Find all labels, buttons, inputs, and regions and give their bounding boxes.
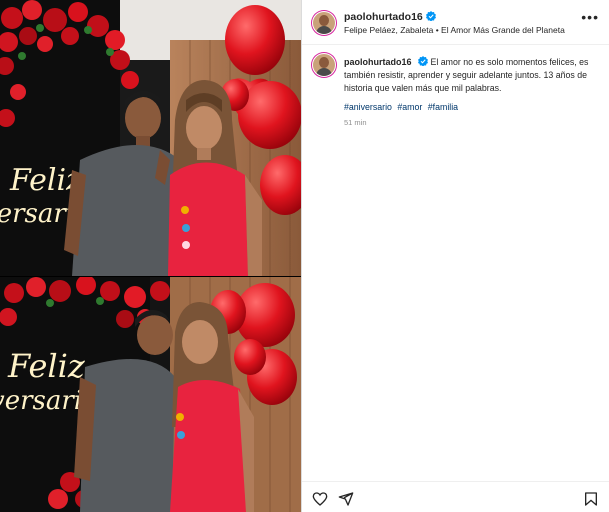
- caption-body: paolohurtado16 El amor no es solo momento…: [344, 56, 599, 95]
- verified-icon: [425, 11, 436, 21]
- username-link[interactable]: paolohurtado16: [344, 11, 436, 23]
- action-bar: [302, 481, 609, 512]
- hashtag-link[interactable]: #amor: [397, 102, 422, 112]
- username-text[interactable]: paolohurtado16: [344, 11, 423, 23]
- bookmark-icon: [585, 492, 597, 506]
- more-options-button[interactable]: •••: [581, 10, 599, 24]
- heart-icon: [312, 492, 328, 506]
- like-button[interactable]: [312, 491, 328, 507]
- save-button[interactable]: [583, 491, 599, 507]
- audio-link[interactable]: El Amor Más Grande del Planeta: [441, 25, 565, 35]
- post-panel: paolohurtado16 Felipe Peláez, Zabaleta •…: [302, 0, 609, 512]
- location-link[interactable]: Felipe Peláez, Zabaleta: [344, 25, 433, 35]
- neon-sign-line1-second: Feliz: [7, 347, 86, 385]
- location-line: Felipe Peláez, Zabaleta • El Amor Más Gr…: [344, 25, 565, 35]
- share-icon: [338, 492, 354, 506]
- photo-couple-kiss[interactable]: Feliz versario: [0, 277, 301, 512]
- hashtag-link[interactable]: #familia: [428, 102, 458, 112]
- photo-couple-posing[interactable]: Feliz versario: [0, 0, 301, 276]
- time-ago[interactable]: 51 min: [344, 118, 367, 127]
- separator-dot: •: [435, 25, 439, 35]
- caption-avatar[interactable]: [312, 53, 336, 77]
- hashtag-link[interactable]: #aniversario: [344, 102, 392, 112]
- post-media[interactable]: Feliz versario: [0, 0, 301, 512]
- verified-icon: [417, 56, 428, 66]
- hashtags: #aniversario #amor #familia: [344, 102, 461, 112]
- caption-username[interactable]: paolohurtado16: [344, 57, 412, 67]
- avatar[interactable]: [312, 11, 336, 35]
- share-button[interactable]: [338, 491, 354, 507]
- post-header: paolohurtado16 Felipe Peláez, Zabaleta •…: [302, 0, 609, 45]
